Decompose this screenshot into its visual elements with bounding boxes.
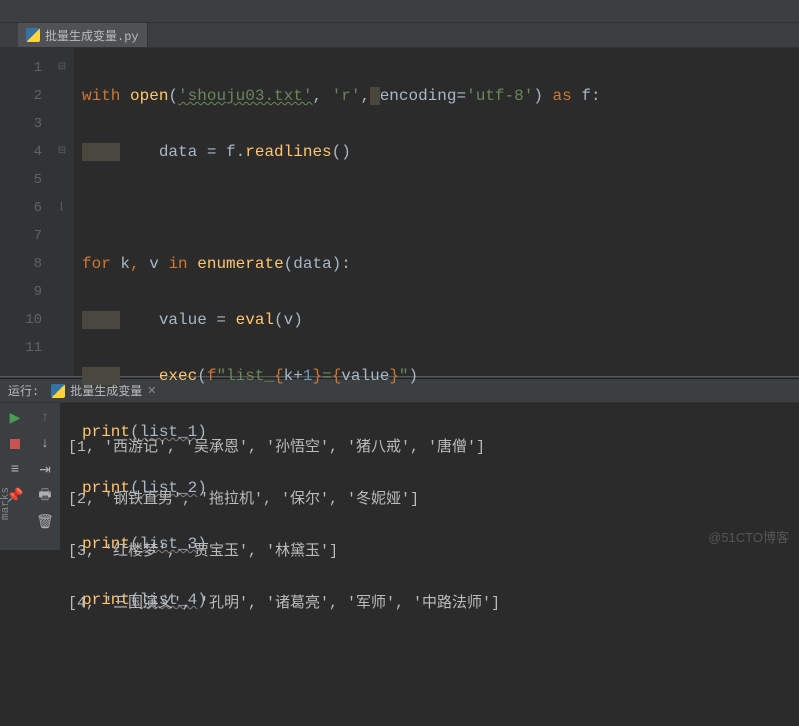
fold-icon[interactable]: ⊟ bbox=[50, 54, 74, 82]
close-icon[interactable]: ✕ bbox=[147, 384, 156, 398]
run-toolbar-left: ▶ ≡ 📌 bbox=[0, 403, 30, 550]
python-icon bbox=[26, 28, 40, 42]
watermark: @51CTO博客 bbox=[708, 527, 789, 546]
rerun-button[interactable]: ▶ bbox=[6, 409, 24, 427]
fold-column: ⊟ ⊟ ⌊ bbox=[50, 48, 74, 376]
line-gutter: 123 456 789 1011 bbox=[0, 48, 50, 376]
run-config-tab[interactable]: 批量生成变量 ✕ bbox=[45, 380, 162, 401]
run-config-name: 批量生成变量 bbox=[70, 382, 142, 399]
code-area[interactable]: with open('shouju03.txt', 'r', encoding=… bbox=[74, 48, 799, 376]
output-line: [3, '红楼梦', '贾宝玉', '林黛玉'] bbox=[68, 539, 799, 565]
output-line: [4, '三国演义', '孔明', '诸葛亮', '军师', '中路法师'] bbox=[68, 591, 799, 617]
tab-filename: 批量生成变量.py bbox=[45, 27, 139, 44]
stop-button[interactable] bbox=[6, 435, 24, 453]
run-panel: ▶ ≡ 📌 ↑ ↓ ⇥ 🖶 🗑 [1, '西游记', '吴承恩', '孙悟空',… bbox=[0, 403, 799, 550]
scroll-up-button[interactable]: ↑ bbox=[36, 409, 54, 427]
soft-wrap-button[interactable]: ⇥ bbox=[36, 461, 54, 479]
run-label: 运行: bbox=[8, 382, 39, 399]
code-editor[interactable]: 123 456 789 1011 ⊟ ⊟ ⌊ with open('shouju… bbox=[0, 48, 799, 376]
run-toolbar-secondary: ↑ ↓ ⇥ 🖶 🗑 bbox=[30, 403, 60, 550]
layout-button[interactable]: ≡ bbox=[6, 461, 24, 479]
window-top-bar bbox=[0, 0, 799, 23]
console-output[interactable]: [1, '西游记', '吴承恩', '孙悟空', '猪八戒', '唐僧'] [2… bbox=[60, 403, 799, 550]
output-line: [2, '钢铁直男', '拖拉机', '保尔', '冬妮娅'] bbox=[68, 487, 799, 513]
clear-button[interactable]: 🗑 bbox=[36, 513, 54, 531]
scroll-down-button[interactable]: ↓ bbox=[36, 435, 54, 453]
output-line: [1, '西游记', '吴承恩', '孙悟空', '猪八戒', '唐僧'] bbox=[68, 435, 799, 461]
bookmarks-sidebar-tab[interactable]: marks bbox=[0, 487, 12, 520]
fold-icon[interactable]: ⊟ bbox=[50, 138, 74, 166]
python-icon bbox=[51, 384, 65, 398]
editor-tab-bar: 批量生成变量.py bbox=[0, 23, 799, 48]
editor-tab[interactable]: 批量生成变量.py bbox=[18, 23, 148, 47]
print-button[interactable]: 🖶 bbox=[36, 487, 54, 505]
fold-end-icon[interactable]: ⌊ bbox=[50, 194, 74, 222]
